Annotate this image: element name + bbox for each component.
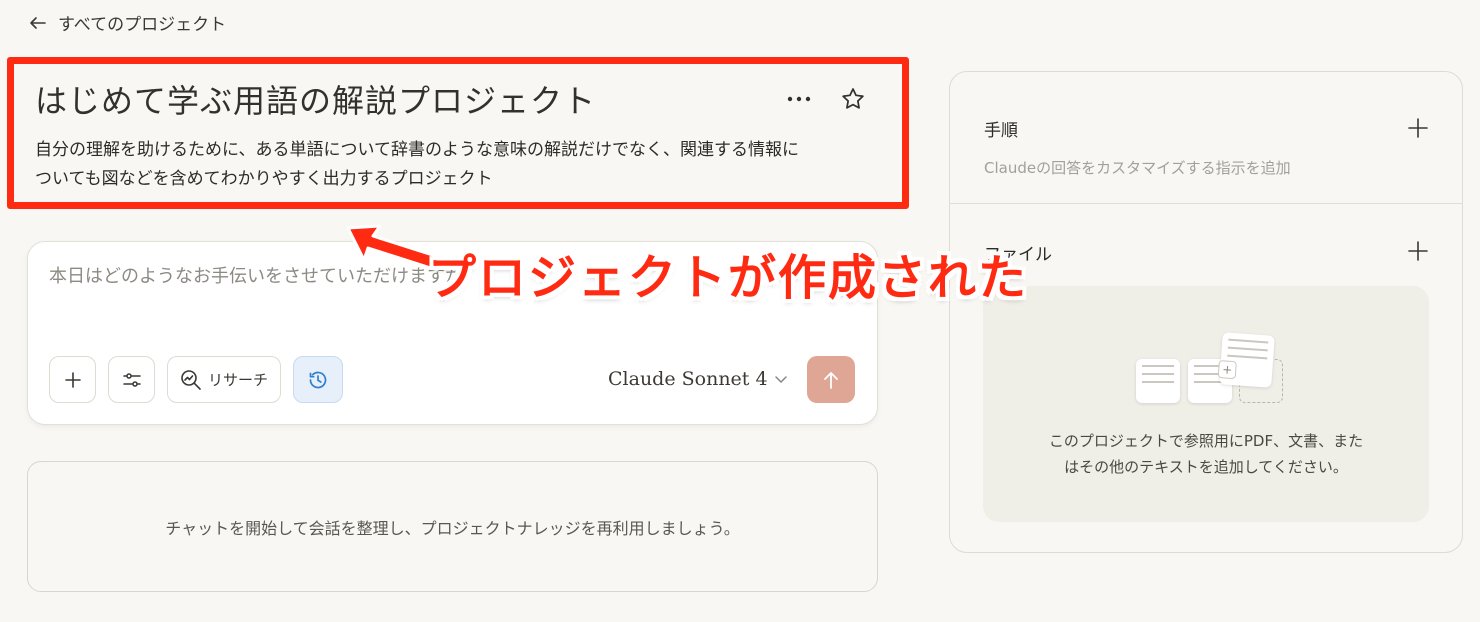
research-button-label: リサーチ — [208, 371, 269, 389]
files-hint: このプロジェクトで参照用にPDF、文書、また はその他のテキストを追加してくださ… — [983, 428, 1429, 480]
project-description-line-1: 自分の理解を助けるために、ある単語について辞書のような意味の解説だけでなく、関連… — [35, 140, 799, 160]
annotation-callout: プロジェクトが作成された — [428, 250, 1029, 306]
add-instructions-button[interactable] — [1404, 114, 1432, 142]
plus-icon — [1408, 118, 1428, 138]
research-button[interactable]: リサーチ — [167, 356, 282, 403]
model-selector[interactable]: Claude Sonnet 4 — [608, 368, 788, 390]
clock-history-icon — [309, 371, 327, 388]
arrow-up-icon — [824, 371, 838, 389]
ellipsis-icon — [787, 96, 811, 102]
back-link-label: すべてのプロジェクト — [58, 15, 227, 35]
more-options-button[interactable] — [784, 84, 814, 114]
files-drop-zone[interactable]: + このプロジェクトで参照用にPDF、文書、また はその他のテキストを追加してく… — [983, 286, 1429, 522]
files-hint-line-2: はその他のテキストを追加してください。 — [1064, 458, 1348, 476]
arrow-left-icon — [30, 16, 46, 29]
chevron-down-icon — [774, 376, 787, 384]
project-header-actions — [784, 84, 868, 114]
send-button[interactable] — [807, 356, 855, 403]
empty-chat-list: チャットを開始して会話を整理し、プロジェクトナレッジを再利用しましょう。 — [27, 461, 878, 592]
project-header-highlight: はじめて学ぶ用語の解説プロジェクト 自分の理解を助けるために、ある単語について辞… — [7, 57, 909, 209]
files-hint-line-1: このプロジェクトで参照用にPDF、文書、また — [1048, 432, 1364, 450]
composer-toolbar: リサーチ — [49, 356, 344, 403]
extended-thinking-toggle[interactable] — [293, 356, 344, 403]
model-selector-label: Claude Sonnet 4 — [608, 368, 768, 390]
side-panel-divider — [950, 203, 1462, 204]
empty-chat-list-text: チャットを開始して会話を整理し、プロジェクトナレッジを再利用しましょう。 — [165, 518, 740, 538]
instructions-title: 手順 — [984, 121, 1018, 141]
instructions-hint: Claudeの回答をカスタマイズする指示を追加 — [984, 159, 1291, 177]
sliders-icon — [122, 372, 141, 387]
research-magnifier-icon — [181, 369, 201, 390]
project-side-panel: 手順 Claudeの回答をカスタマイズする指示を追加 ファイル + このプロジェ… — [949, 71, 1463, 553]
project-description-line-2: ついても図などを含めてわかりやすく出力するプロジェクト — [35, 169, 493, 189]
star-icon — [842, 88, 864, 109]
add-attachment-button[interactable] — [49, 356, 96, 403]
plus-icon — [64, 371, 81, 388]
favorite-star-button[interactable] — [838, 84, 868, 114]
tools-settings-button[interactable] — [108, 356, 155, 403]
project-title: はじめて学ぶ用語の解説プロジェクト — [35, 82, 597, 120]
plus-icon — [1408, 241, 1428, 261]
back-to-all-projects-link[interactable]: すべてのプロジェクト — [28, 10, 226, 35]
add-files-button[interactable] — [1404, 237, 1432, 265]
project-description: 自分の理解を助けるために、ある単語について辞書のような意味の解説だけでなく、関連… — [35, 136, 895, 194]
